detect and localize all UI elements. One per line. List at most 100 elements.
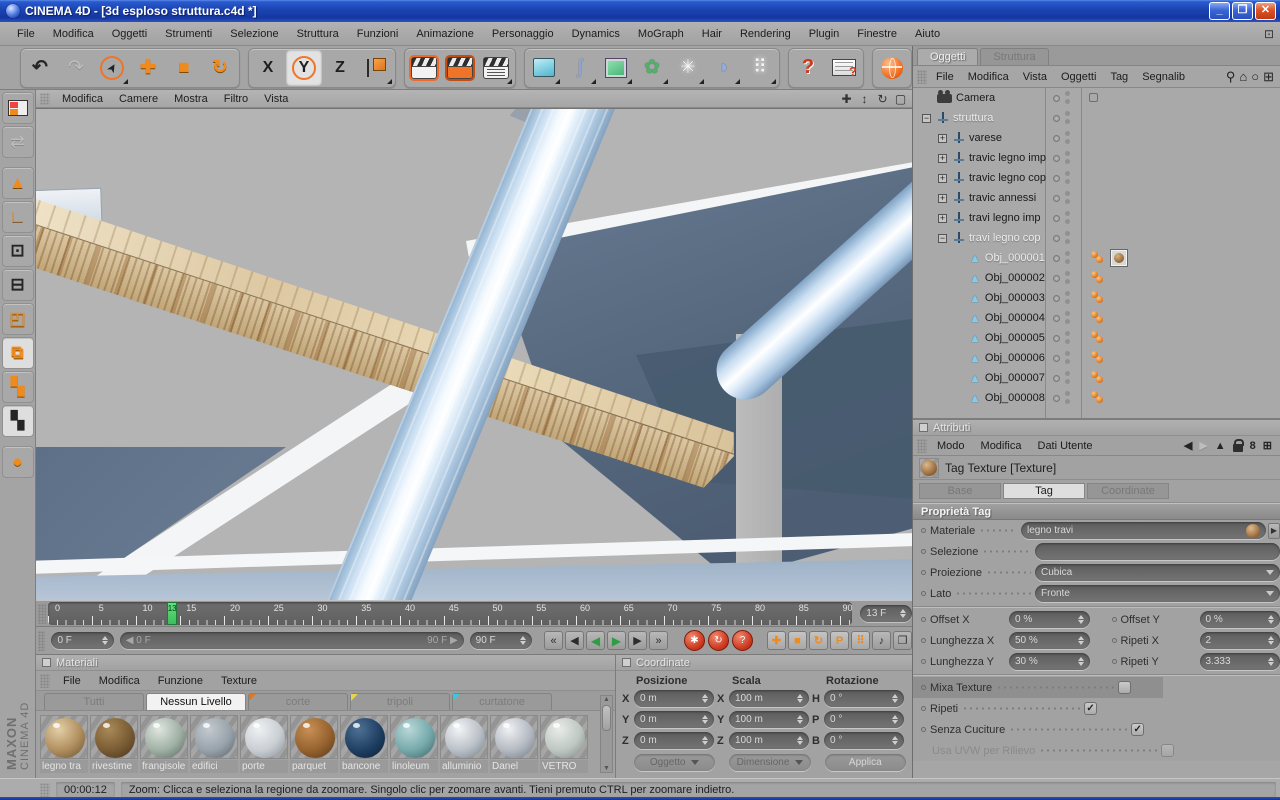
undo-icon[interactable]: ↶ xyxy=(22,50,58,86)
spinner-arrows-icon[interactable] xyxy=(1074,657,1084,666)
range-end-spinner[interactable]: 90 F xyxy=(469,632,532,649)
timeline-playhead[interactable]: 13 xyxy=(166,602,177,625)
render-settings-icon[interactable] xyxy=(478,50,514,86)
render-dot[interactable] xyxy=(1065,191,1070,196)
visibility-dot[interactable] xyxy=(1053,354,1060,362)
back-icon[interactable]: ◀ xyxy=(1184,439,1192,452)
deformer-icon[interactable]: ✳ xyxy=(670,50,706,86)
render-picture-viewer-icon[interactable] xyxy=(442,50,478,86)
spinner-arrows-icon[interactable] xyxy=(888,715,898,724)
tree-row[interactable]: + travic annessi xyxy=(913,188,1280,208)
spline-icon[interactable]: ʃ xyxy=(562,50,598,86)
material-item[interactable]: parquet xyxy=(290,715,338,773)
tree-expand-toggle[interactable]: + xyxy=(938,193,947,203)
spinner-arrows-icon[interactable] xyxy=(888,736,898,745)
polygons-mode-icon[interactable]: ◰ xyxy=(1,303,34,335)
render-dot[interactable] xyxy=(1065,379,1070,384)
viewport-menu-filtro[interactable]: Filtro xyxy=(216,91,256,107)
menu-finestre[interactable]: Finestre xyxy=(848,25,906,43)
material-item[interactable]: frangisole xyxy=(140,715,188,773)
render-dot[interactable] xyxy=(1065,371,1070,376)
materials-menu-modifica[interactable]: Modifica xyxy=(90,672,149,690)
tree-row[interactable]: + varese xyxy=(913,128,1280,148)
coord-system-icon[interactable] xyxy=(358,50,394,86)
render-dot[interactable] xyxy=(1065,119,1070,124)
offset-y-field[interactable]: 0 % xyxy=(1199,611,1280,628)
materials-menu-file[interactable]: File xyxy=(54,672,90,690)
coord-position-field[interactable]: 0 m xyxy=(634,732,714,749)
help-icon[interactable]: ? xyxy=(790,50,826,86)
transport-grip[interactable] xyxy=(38,630,46,651)
animation-dot-icon[interactable] xyxy=(1111,659,1117,664)
spinner-arrows-icon[interactable] xyxy=(1074,615,1084,624)
rotate-view-icon[interactable]: ↻ xyxy=(875,92,890,106)
spinner-arrows-icon[interactable] xyxy=(793,736,803,745)
phong-texture-tags[interactable] xyxy=(1091,331,1105,344)
menu-selezione[interactable]: Selezione xyxy=(221,25,287,43)
animation-dot-icon[interactable] xyxy=(1111,617,1117,622)
render-dot[interactable] xyxy=(1065,291,1070,296)
om-grip[interactable] xyxy=(917,69,927,84)
panel-icon[interactable] xyxy=(622,658,631,667)
animation-dot-icon[interactable] xyxy=(921,549,926,554)
render-dot[interactable] xyxy=(1065,131,1070,136)
maximize-view-icon[interactable]: ▢ xyxy=(893,92,908,106)
animation-dot-icon[interactable] xyxy=(921,591,926,596)
rotate-icon[interactable]: ↻ xyxy=(202,50,238,86)
material-item[interactable]: legno tra xyxy=(40,715,88,773)
add-panel-icon[interactable]: ⊞ xyxy=(1263,439,1272,452)
ripeti-x-field[interactable]: 2 xyxy=(1199,632,1280,649)
animation-dot-icon[interactable] xyxy=(921,570,926,575)
menu-modifica[interactable]: Modifica xyxy=(44,25,103,43)
visibility-dot[interactable] xyxy=(1053,194,1060,202)
menu-window-icon[interactable]: ⊡ xyxy=(1264,27,1274,41)
visibility-dot[interactable] xyxy=(1053,334,1060,342)
texture-mode-icon[interactable]: ▚ xyxy=(1,371,34,403)
lunghezza-y-field[interactable]: 30 % xyxy=(1009,653,1090,670)
dimensione-dropdown[interactable]: Dimensione xyxy=(729,754,811,771)
materials-grip[interactable] xyxy=(40,673,50,688)
move-icon[interactable]: ✚ xyxy=(130,50,166,86)
environment-icon[interactable]: ◗ xyxy=(706,50,742,86)
render-dot[interactable] xyxy=(1065,351,1070,356)
render-dot[interactable] xyxy=(1065,311,1070,316)
texture-tag-thumbnail[interactable] xyxy=(1111,250,1127,266)
tree-row[interactable]: ▲ Obj_000001 xyxy=(913,248,1280,268)
attr-menu-modifica[interactable]: Modifica xyxy=(973,438,1030,454)
mixa-texture-checkbox[interactable]: ✓ xyxy=(1118,681,1132,694)
render-dot[interactable] xyxy=(1065,171,1070,176)
visibility-dot[interactable] xyxy=(1053,274,1060,282)
array-icon[interactable]: ✿ xyxy=(634,50,670,86)
om-menu-vista[interactable]: Vista xyxy=(1016,69,1054,85)
visibility-dot[interactable] xyxy=(1053,234,1060,242)
render-dot[interactable] xyxy=(1065,251,1070,256)
render-dot[interactable] xyxy=(1065,299,1070,304)
visibility-dot[interactable] xyxy=(1053,314,1060,322)
key-scale-toggle[interactable]: ■ xyxy=(788,631,807,650)
material-item[interactable]: bancone xyxy=(340,715,388,773)
spinner-arrows-icon[interactable] xyxy=(793,715,803,724)
tree-expand-toggle[interactable]: − xyxy=(938,233,947,243)
pan-view-icon[interactable]: ✚ xyxy=(839,92,854,106)
tree-row[interactable]: ▲ Obj_000007 xyxy=(913,368,1280,388)
oggetto-dropdown[interactable]: Oggetto xyxy=(634,754,716,771)
lock-icon[interactable] xyxy=(1232,438,1244,452)
forward-icon[interactable]: ▶ xyxy=(1199,439,1207,452)
om-menu-oggetti[interactable]: Oggetti xyxy=(1054,69,1103,85)
spinner-arrows-icon[interactable] xyxy=(698,694,708,703)
minimize-button[interactable]: _ xyxy=(1209,2,1230,20)
object-axis-icon[interactable]: ∟ xyxy=(1,201,34,233)
menu-plugin[interactable]: Plugin xyxy=(800,25,849,43)
material-item[interactable]: VETRO xyxy=(540,715,588,773)
tree-row[interactable]: ▲ Obj_000008 xyxy=(913,388,1280,408)
range-start-spinner[interactable]: 0 F xyxy=(51,632,114,649)
sound-toggle[interactable]: ♪ xyxy=(872,631,891,650)
tree-row[interactable]: ▲ Obj_000004 xyxy=(913,308,1280,328)
tree-expand-toggle[interactable]: − xyxy=(922,113,931,123)
tree-row[interactable]: − struttura xyxy=(913,108,1280,128)
offset-x-field[interactable]: 0 % xyxy=(1009,611,1090,628)
world-coords-icon[interactable]: ⇄ xyxy=(1,126,34,158)
viewport-menu-mostra[interactable]: Mostra xyxy=(166,91,216,107)
phong-texture-tags[interactable] xyxy=(1091,351,1105,364)
animation-dot-icon[interactable] xyxy=(921,617,926,622)
